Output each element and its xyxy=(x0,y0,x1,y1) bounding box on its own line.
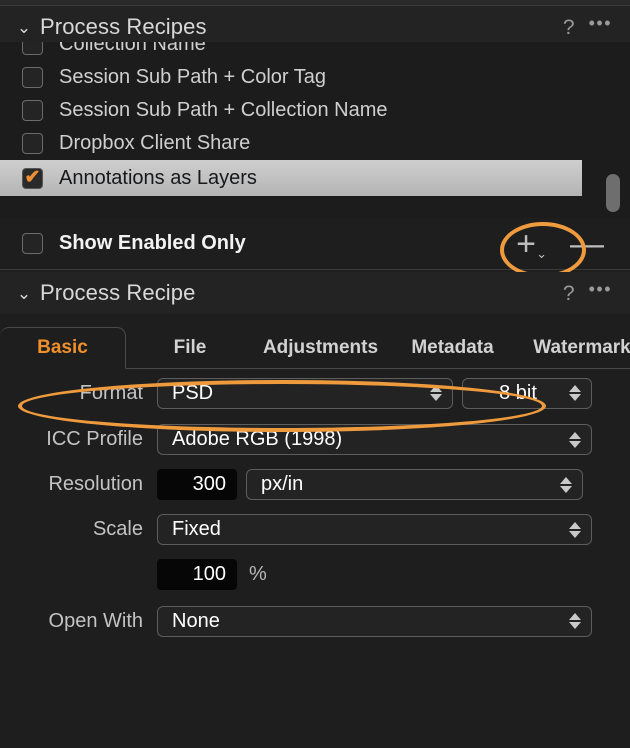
list-item-label: Collection Name xyxy=(59,42,206,55)
format-value: PSD xyxy=(172,381,214,404)
chevron-updown-icon xyxy=(430,382,442,404)
chevron-updown-icon xyxy=(569,519,581,541)
list-tools: + ⌄ — xyxy=(516,227,604,261)
chevron-updown-icon xyxy=(569,382,581,404)
open-with-select[interactable]: None xyxy=(157,605,592,637)
scrollbar-thumb[interactable] xyxy=(606,174,620,212)
list-item-label: Session Sub Path + Collection Name xyxy=(59,99,388,121)
recipe-checkbox[interactable] xyxy=(22,42,43,55)
help-icon[interactable]: ? xyxy=(563,283,575,304)
add-recipe-button[interactable]: + ⌄ xyxy=(516,224,547,263)
list-item-label: Annotations as Layers xyxy=(59,166,257,189)
plus-icon: + xyxy=(516,224,536,263)
chevron-updown-icon xyxy=(569,610,581,632)
process-recipes-title: Process Recipes xyxy=(40,14,207,39)
list-item-label: Session Sub Path + Color Tag xyxy=(59,66,327,88)
format-row: Format PSD 8 bit xyxy=(0,369,630,417)
list-item[interactable]: Dropbox Client Share xyxy=(0,127,630,160)
more-options-icon[interactable]: ••• xyxy=(589,14,612,32)
icc-profile-value: Adobe RGB (1998) xyxy=(172,428,343,450)
list-item-selected[interactable]: Annotations as Layers xyxy=(0,160,582,196)
resolution-label: Resolution xyxy=(48,473,143,495)
open-with-value: None xyxy=(172,609,220,632)
tab-file[interactable]: File xyxy=(150,327,230,369)
icc-profile-select[interactable]: Adobe RGB (1998) xyxy=(157,424,592,455)
chevron-down-icon[interactable]: ⌄ xyxy=(8,19,40,36)
remove-recipe-button[interactable]: — xyxy=(570,227,604,261)
scale-value: Fixed xyxy=(172,518,221,540)
list-item-label: Dropbox Client Share xyxy=(59,132,251,154)
show-enabled-only-checkbox[interactable] xyxy=(22,233,43,254)
resolution-unit-value: px/in xyxy=(261,473,304,495)
process-recipes-header-actions: ? ••• xyxy=(563,14,612,38)
chevron-down-icon[interactable]: ⌄ xyxy=(8,285,40,302)
list-scrollbar[interactable] xyxy=(606,44,620,218)
list-item[interactable]: Session Sub Path + Color Tag xyxy=(0,61,630,94)
scale-percent-unit: % xyxy=(249,563,267,585)
tab-basic[interactable]: Basic xyxy=(0,327,126,369)
format-label: Format xyxy=(79,381,143,404)
chevron-updown-icon xyxy=(569,429,581,451)
help-icon[interactable]: ? xyxy=(563,17,575,38)
bit-depth-value: 8 bit xyxy=(499,381,537,404)
recipe-checkbox-checked[interactable] xyxy=(22,167,43,189)
chevron-updown-icon xyxy=(560,474,572,496)
recipe-basic-form: Format PSD 8 bit ICC Profile Adobe RGB (… xyxy=(0,369,630,645)
bit-depth-select[interactable]: 8 bit xyxy=(462,377,592,409)
format-select[interactable]: PSD xyxy=(157,377,453,409)
recipe-checkbox[interactable] xyxy=(22,67,43,88)
open-with-label: Open With xyxy=(48,609,143,632)
resolution-input[interactable]: 300 xyxy=(157,469,237,500)
scale-percent-input[interactable]: 100 xyxy=(157,559,237,590)
recipe-checkbox[interactable] xyxy=(22,100,43,121)
tab-watermark[interactable]: Watermark xyxy=(518,327,630,369)
show-enabled-only-label: Show Enabled Only xyxy=(59,232,246,254)
recipe-tabbar: Basic File Adjustments Metadata Watermar… xyxy=(0,327,630,369)
scale-select[interactable]: Fixed xyxy=(157,514,592,545)
icc-profile-row: ICC Profile Adobe RGB (1998) xyxy=(0,417,630,462)
show-enabled-only-bar: Show Enabled Only + ⌄ — xyxy=(0,218,630,270)
list-item[interactable]: Collection Name xyxy=(0,42,630,61)
process-recipe-title: Process Recipe xyxy=(40,280,196,305)
process-recipes-panel: ⌄ Process Recipes ? ••• Collection Name … xyxy=(0,0,630,748)
more-options-icon[interactable]: ••• xyxy=(589,280,612,298)
recipe-checkbox[interactable] xyxy=(22,133,43,154)
open-with-row: Open With None xyxy=(0,597,630,645)
tab-adjustments[interactable]: Adjustments xyxy=(248,327,393,369)
icc-profile-label: ICC Profile xyxy=(46,428,143,450)
scale-row: Scale Fixed xyxy=(0,507,630,552)
resolution-unit-select[interactable]: px/in xyxy=(246,469,583,500)
list-item[interactable]: Session Sub Path + Collection Name xyxy=(0,94,630,127)
tab-metadata[interactable]: Metadata xyxy=(400,327,505,369)
recipe-list[interactable]: Collection Name Session Sub Path + Color… xyxy=(0,42,630,218)
process-recipe-header: ⌄ Process Recipe ? ••• xyxy=(0,272,630,314)
process-recipe-header-actions: ? ••• xyxy=(563,280,612,304)
resolution-row: Resolution 300 px/in xyxy=(0,462,630,507)
scale-percent-row: 100 % xyxy=(0,552,630,597)
scale-label: Scale xyxy=(92,518,143,540)
chevron-down-icon: ⌄ xyxy=(536,245,547,261)
